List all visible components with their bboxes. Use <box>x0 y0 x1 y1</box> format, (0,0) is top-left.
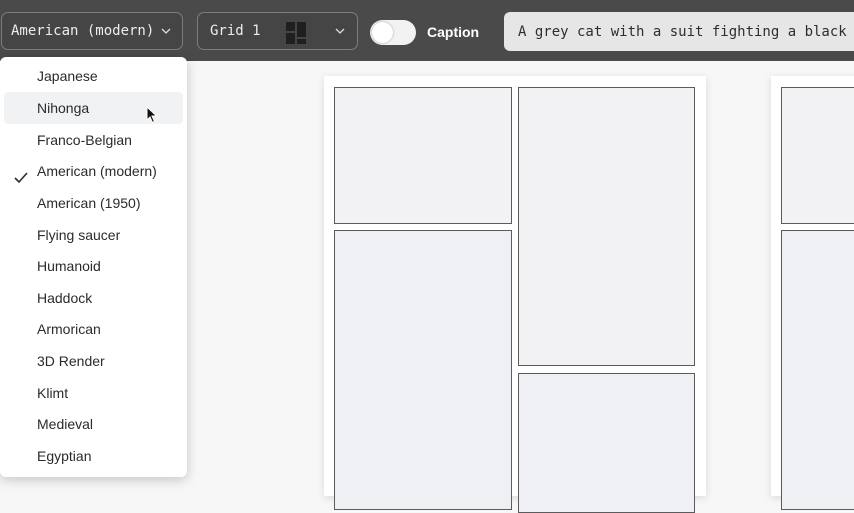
grid-layout-icon <box>286 22 306 48</box>
menu-item-label: Haddock <box>37 290 93 306</box>
menu-item-label: Flying saucer <box>37 227 121 243</box>
menu-item-label: Japanese <box>37 68 98 84</box>
chevron-down-icon <box>161 23 171 43</box>
menu-item-label: Egyptian <box>37 448 92 464</box>
comic-panel[interactable] <box>334 230 512 510</box>
menu-item-american-1950[interactable]: American (1950) <box>4 187 183 219</box>
mouse-cursor-icon <box>146 105 158 129</box>
menu-item-label: Humanoid <box>37 258 101 274</box>
comic-panel[interactable] <box>518 87 695 366</box>
comic-panel[interactable] <box>518 373 695 513</box>
comic-panel[interactable] <box>781 87 854 224</box>
menu-item-haddock[interactable]: Haddock <box>4 282 183 314</box>
menu-item-label: American (1950) <box>37 195 141 211</box>
caption-toggle-knob <box>372 22 393 43</box>
menu-item-egyptian[interactable]: Egyptian <box>4 440 183 472</box>
style-select[interactable]: American (modern) <box>1 12 183 50</box>
menu-item-label: Armorican <box>37 321 101 337</box>
caption-label: Caption <box>427 24 480 40</box>
menu-item-humanoid[interactable]: Humanoid <box>4 250 183 282</box>
style-select-value: American (modern) <box>11 23 155 39</box>
comic-page <box>324 76 706 513</box>
comic-panel[interactable] <box>334 87 512 224</box>
menu-item-armorican[interactable]: Armorican <box>4 313 183 345</box>
grid-layout-value: Grid 1 <box>210 23 261 39</box>
menu-item-klimt[interactable]: Klimt <box>4 377 183 409</box>
menu-item-american-modern[interactable]: American (modern) <box>4 155 183 187</box>
menu-item-flying-saucer[interactable]: Flying saucer <box>4 219 183 251</box>
menu-item-3d-render[interactable]: 3D Render <box>4 345 183 377</box>
menu-item-label: 3D Render <box>37 353 105 369</box>
menu-item-label: American (modern) <box>37 163 157 179</box>
style-dropdown-menu: Japanese Nihonga Franco-Belgian American… <box>0 57 187 477</box>
comic-panel[interactable] <box>781 230 854 510</box>
prompt-input[interactable] <box>504 12 854 51</box>
menu-item-medieval[interactable]: Medieval <box>4 408 183 440</box>
comic-page <box>771 76 854 510</box>
menu-item-label: Franco-Belgian <box>37 132 132 148</box>
menu-item-label: Nihonga <box>37 100 90 116</box>
top-toolbar: American (modern) Grid 1 Caption <box>0 0 854 61</box>
menu-item-japanese[interactable]: Japanese <box>4 60 183 92</box>
grid-layout-select[interactable]: Grid 1 <box>197 12 358 50</box>
menu-item-label: Medieval <box>37 416 94 432</box>
chevron-down-icon <box>335 23 345 43</box>
caption-toggle[interactable] <box>370 20 416 45</box>
menu-item-label: Klimt <box>37 385 69 401</box>
